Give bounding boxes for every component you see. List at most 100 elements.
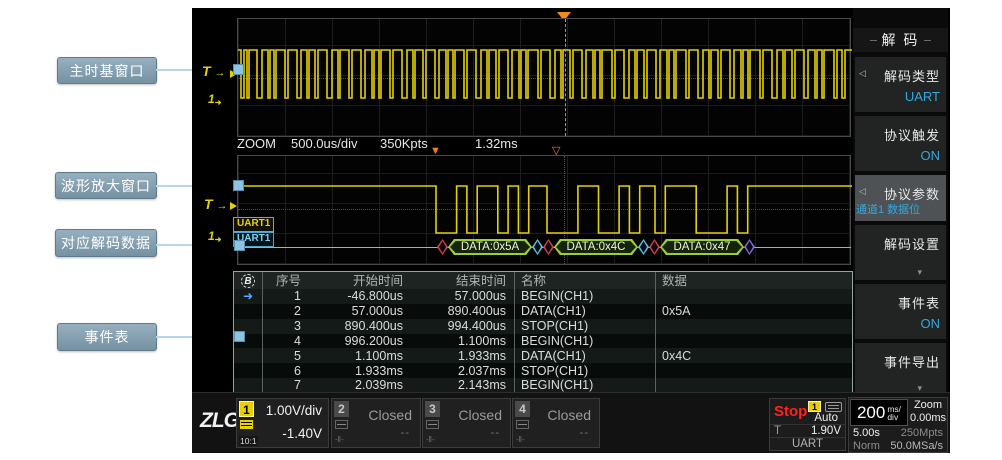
trigger-edge-arrow-icon: [230, 202, 237, 210]
channel-status: Closed: [458, 407, 502, 423]
main-waveform: [238, 19, 852, 138]
menu-button-decode-type[interactable]: ◁ 解码类型 UART: [855, 57, 946, 112]
channel1-position-marker-zoom[interactable]: 1➜: [208, 229, 221, 244]
event-data: 0x4C: [655, 348, 852, 363]
event-table-header: B序号开始时间结束时间名称数据: [234, 272, 852, 289]
event-data: 0x5A: [655, 304, 852, 319]
end-time: 2.143ms: [411, 378, 514, 392]
trigger-status-block[interactable]: Stop 1 Auto T 1.90V UART: [769, 398, 846, 451]
trigger-bus-type: UART: [770, 438, 845, 450]
event-data: [655, 334, 852, 349]
channel-badge: 1: [239, 401, 254, 417]
oscilloscope-screen: T → 1➜ ZOOM 500.0us/div 350Kpts 1.32ms ▼…: [192, 8, 950, 453]
start-time: -46.800us: [309, 289, 411, 303]
left-arrow-icon: ◁: [859, 68, 866, 79]
menu-title: 解 码: [882, 30, 920, 50]
callout-zoom-window: 波形放大窗口: [55, 172, 157, 199]
channel-badge: 3: [425, 401, 440, 417]
decode-data-bubble: DATA:0x5A: [448, 239, 532, 255]
end-time: 57.000us: [411, 289, 514, 303]
decode-bubble-row: DATA:0x5A DATA:0x4C DATA:0x47: [437, 239, 755, 255]
capture-span: 5.00s: [853, 427, 880, 439]
channel-3-block[interactable]: 3 Closed -- -‖-: [422, 398, 511, 448]
channel-4-block[interactable]: 4Closed---‖-: [512, 398, 600, 448]
channel-scale: 1.00V/div: [266, 403, 322, 418]
event-name: BEGIN(CH1): [514, 289, 655, 304]
event-name: DATA(CH1): [514, 304, 655, 319]
event-data: [655, 289, 852, 304]
row-index: 4: [263, 334, 309, 348]
bottom-status-bar: ZLG® 110:11.00V/div-1.40V2Closed---‖-3Cl…: [192, 392, 950, 453]
table-row[interactable]: 4996.200us1.100msBEGIN(CH1): [234, 334, 852, 349]
decode-marker-diamond: [543, 239, 554, 255]
trigger-level-marker-main[interactable]: T →: [202, 63, 225, 79]
start-time: 57.000us: [309, 304, 411, 318]
channel-placeholder-mark: -‖-: [335, 435, 344, 444]
event-name: BEGIN(CH1): [514, 378, 655, 393]
rotate-b-knob-icon[interactable]: B: [241, 274, 255, 288]
channel-placeholder-value: --: [401, 427, 410, 439]
table-row[interactable]: 51.100ms1.933msDATA(CH1)0x4C: [234, 348, 852, 363]
callout-decoded-data: 对应解码数据: [55, 229, 157, 257]
channel-1-block[interactable]: 1 10:1 1.00V/div -1.40V: [236, 398, 329, 448]
callout-handle-main-window: [233, 64, 244, 75]
coupling-icon: [426, 420, 439, 429]
channel1-position-marker-main[interactable]: 1➜: [208, 92, 221, 107]
acquire-mode: Norm: [853, 440, 880, 452]
channel-placeholder-value: --: [491, 427, 500, 439]
row-index: 5: [263, 349, 309, 363]
acquisition-state: Stop: [774, 403, 807, 420]
selected-row-arrow-icon: ➜: [243, 289, 253, 303]
row-index: 1: [263, 289, 309, 303]
menu-button-protocol-trigger[interactable]: 协议触发 ON: [855, 116, 946, 171]
table-row[interactable]: ➜ 1-46.800us57.000usBEGIN(CH1): [234, 289, 852, 304]
table-row[interactable]: 257.000us890.400usDATA(CH1)0x5A: [234, 304, 852, 319]
decode-bubble-text: DATA:0x4C: [554, 239, 638, 255]
event-name: DATA(CH1): [514, 348, 655, 363]
menu-button-protocol-params[interactable]: ◁ 协议参数 通道1 数据位: [855, 175, 946, 221]
bus-label-uart1-yellow[interactable]: UART1: [233, 217, 274, 232]
memory-depth: 250Mpts: [901, 427, 943, 439]
start-time: 996.200us: [309, 334, 411, 348]
column-header: 名称: [514, 272, 655, 289]
row-index: 3: [263, 319, 309, 333]
table-row[interactable]: 72.039ms2.143msBEGIN(CH1): [234, 378, 852, 393]
table-row[interactable]: 3890.400us994.400usSTOP(CH1): [234, 319, 852, 334]
callout-event-table: 事件表: [57, 323, 157, 351]
menu-button-decode-settings[interactable]: 解码设置 ▾: [855, 225, 946, 280]
main-timebase-window: [237, 18, 851, 137]
menu-button-event-table[interactable]: 事件表 ON: [855, 284, 946, 339]
zoom-offset: 1.32ms: [475, 136, 518, 151]
decode-marker-diamond: [532, 239, 543, 255]
decode-bubble-text: DATA:0x5A: [448, 239, 532, 255]
column-header: 数据: [655, 272, 852, 289]
chevron-down-icon: ▾: [917, 267, 922, 278]
table-row[interactable]: 61.933ms2.037msSTOP(CH1): [234, 363, 852, 378]
menu-header: 解 码: [853, 28, 948, 52]
coupling-icon: [516, 420, 529, 429]
trigger-level-marker-zoom[interactable]: T →: [204, 196, 227, 212]
zoom-info-bar: ZOOM 500.0us/div 350Kpts 1.32ms: [237, 136, 851, 152]
menu-button-event-export[interactable]: 事件导出 ▾: [855, 343, 946, 396]
decode-data-bubble: DATA:0x4C: [554, 239, 638, 255]
row-index: 6: [263, 364, 309, 378]
row-index: 2: [263, 304, 309, 318]
trigger-type-label: T: [774, 425, 781, 437]
decode-data-bubble: DATA:0x47: [660, 239, 744, 255]
channel-placeholder-mark: -‖-: [516, 435, 525, 444]
event-name: BEGIN(CH1): [514, 334, 655, 349]
channel-offset: -1.40V: [282, 426, 322, 441]
trigger-sweep-mode: Auto: [814, 412, 838, 424]
zoom-scale: 500.0us/div: [291, 136, 358, 151]
trigger-source-badge: 1: [808, 401, 821, 412]
column-header: 开始时间: [309, 274, 411, 288]
channel-2-block[interactable]: 2Closed---‖-: [331, 398, 421, 448]
trigger-level-value: 1.90V: [811, 425, 841, 437]
decode-marker-diamond: [437, 239, 448, 255]
timebase-status-block[interactable]: 200 ms/div Zoom0.00ms 5.00s 250Mpts Norm…: [848, 397, 948, 453]
channel-placeholder-mark: -‖-: [426, 435, 435, 444]
row-index: 7: [263, 378, 309, 392]
timebase-scale: 200 ms/div: [850, 399, 908, 426]
channel-status: Closed: [368, 407, 412, 423]
probe-ratio: 10:1: [239, 436, 258, 446]
